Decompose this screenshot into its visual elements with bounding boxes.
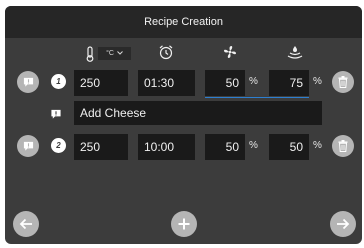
page-title: Recipe Creation [144, 16, 223, 28]
step-1-humidity-percent: % [313, 76, 322, 87]
step-1-humidity-value: 75 [289, 76, 303, 90]
step-1-temperature-input[interactable]: 250 [74, 70, 128, 96]
title-bar: Recipe Creation [5, 6, 362, 38]
next-button[interactable] [330, 211, 356, 237]
trash-icon [338, 140, 348, 152]
step-1-note-button[interactable] [17, 71, 39, 93]
comment-icon [23, 77, 33, 87]
step-2-number: 2 [51, 138, 66, 153]
row-underline [205, 97, 309, 98]
humidity-icon [287, 45, 303, 64]
step-2-humidity-percent: % [313, 140, 322, 151]
step-2-time-input[interactable]: 10:00 [138, 134, 195, 160]
step-2-temperature-input[interactable]: 250 [74, 134, 128, 160]
thermometer-icon [85, 46, 95, 67]
step-2-fan-percent: % [249, 140, 258, 151]
note-input[interactable]: Add Cheese [74, 101, 322, 125]
step-1-temperature-value: 250 [80, 76, 101, 90]
comment-icon [23, 141, 33, 151]
temperature-unit-value: °C [106, 50, 114, 57]
arrow-right-icon [337, 218, 350, 230]
note-text: Add Cheese [80, 106, 147, 120]
step-2-delete-button[interactable] [332, 135, 354, 157]
alarm-clock-icon [158, 44, 174, 65]
step-2-humidity-input[interactable]: 50 [269, 134, 309, 160]
step-2-fan-input[interactable]: 50 [205, 134, 245, 160]
plus-icon [178, 218, 190, 230]
step-1-delete-button[interactable] [332, 71, 354, 93]
step-1-fan-value: 50 [225, 76, 239, 90]
note-comment-icon [50, 107, 62, 125]
step-2-fan-value: 50 [225, 140, 239, 154]
step-2-humidity-value: 50 [289, 140, 303, 154]
step-1-fan-input[interactable]: 50 [205, 70, 245, 96]
trash-icon [338, 76, 348, 88]
step-1-fan-percent: % [249, 76, 258, 87]
step-1-time-value: 01:30 [144, 76, 175, 90]
step-2-temperature-value: 250 [80, 140, 101, 154]
step-2-time-value: 10:00 [144, 140, 175, 154]
step-1-number-label: 1 [56, 77, 61, 86]
add-step-button[interactable] [171, 211, 197, 237]
step-1-number: 1 [51, 74, 66, 89]
step-1-time-input[interactable]: 01:30 [138, 70, 195, 96]
step-2-note-button[interactable] [17, 135, 39, 157]
arrow-left-icon [19, 218, 32, 230]
recipe-screen: Recipe Creation °C 1 250 01:30 50 % 75 %… [5, 6, 362, 244]
step-2-number-label: 2 [56, 141, 61, 150]
back-button[interactable] [13, 211, 39, 237]
fan-icon [223, 45, 237, 64]
step-1-humidity-input[interactable]: 75 [269, 70, 309, 96]
chevron-down-icon [117, 50, 123, 57]
temperature-unit-select[interactable]: °C [98, 47, 131, 60]
